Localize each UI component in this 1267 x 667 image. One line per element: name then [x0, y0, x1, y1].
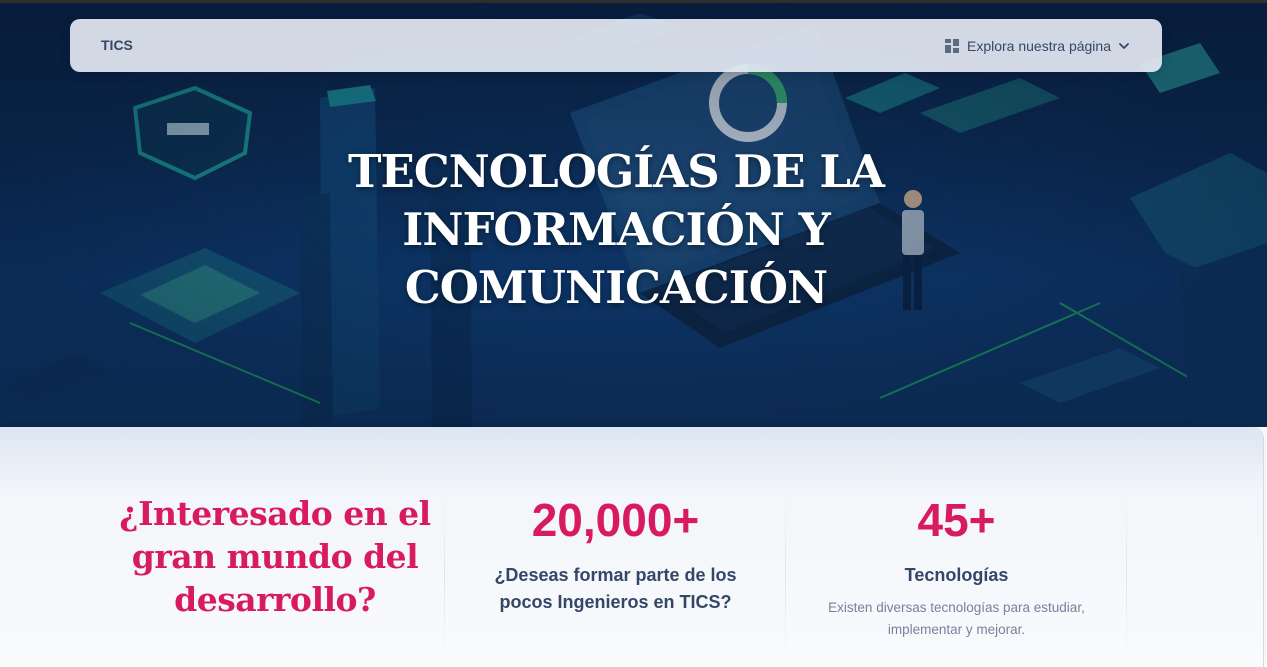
interested-line: desarrollo?	[174, 580, 376, 619]
hero-title-line: INFORMACIÓN Y	[402, 203, 830, 256]
brand-link[interactable]: TICS	[101, 37, 133, 53]
explore-label: Explora nuestra página	[967, 38, 1111, 54]
chevron-down-icon	[1119, 43, 1129, 49]
technologies-description-line: implementar y mejorar.	[887, 622, 1026, 637]
interested-line: ¿Interesado en el	[119, 494, 431, 533]
stats-card: ¿Interesado en el gran mundo del desarro…	[0, 427, 1264, 667]
technologies-stat: 45+ Tecnologías Existen diversas tecnolo…	[786, 492, 1127, 641]
technologies-description: Existen diversas tecnologías para estudi…	[807, 597, 1107, 641]
engineers-heading: ¿Deseas formar parte de los pocos Ingeni…	[445, 562, 786, 616]
interested-line: gran mundo del	[131, 537, 419, 576]
dashboard-icon	[945, 39, 959, 53]
hero-title: TECNOLOGÍAS DE LA INFORMACIÓN Y COMUNICA…	[333, 143, 899, 317]
interested-heading: ¿Interesado en el gran mundo del desarro…	[100, 492, 450, 621]
interested-column: ¿Interesado en el gran mundo del desarro…	[100, 492, 450, 621]
technologies-heading: Tecnologías	[904, 565, 1009, 585]
technologies-count: 45+	[917, 494, 996, 546]
engineers-count: 20,000+	[531, 494, 700, 546]
navbar: TICS Explora nuestra página	[70, 19, 1162, 72]
engineers-stat: 20,000+ ¿Deseas formar parte de los poco…	[445, 492, 786, 616]
technologies-description-line: Existen diversas tecnologías para estudi…	[828, 600, 1085, 615]
hero-title-line: COMUNICACIÓN	[404, 261, 828, 314]
engineers-heading-line: ¿Deseas formar parte de los	[494, 565, 737, 585]
column-divider	[1126, 492, 1127, 662]
explore-dropdown[interactable]: Explora nuestra página	[945, 36, 1130, 56]
engineers-heading-line: pocos Ingenieros en TICS?	[499, 592, 732, 612]
hero-title-line: TECNOLOGÍAS DE LA	[348, 145, 885, 198]
